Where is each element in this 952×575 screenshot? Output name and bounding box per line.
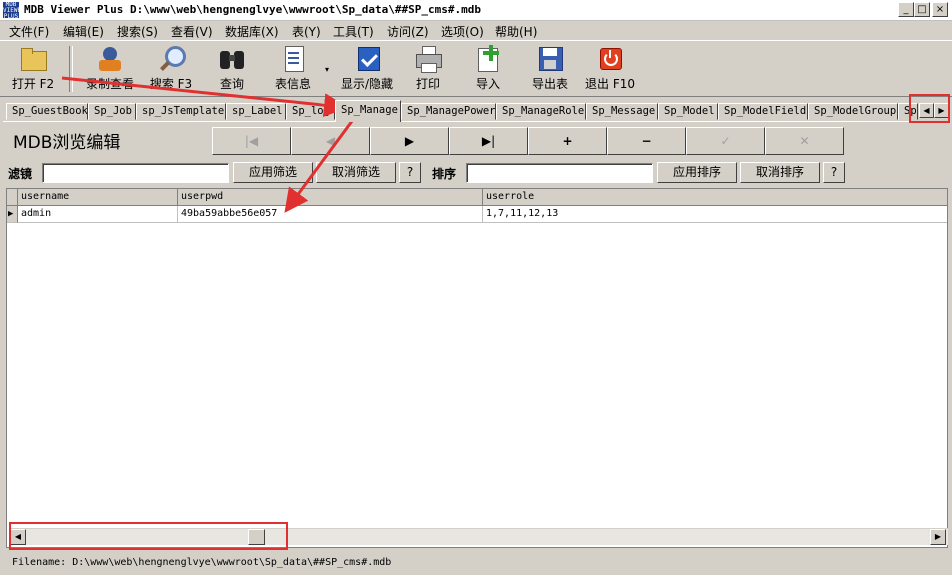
annotation-arrow-to-tab	[61, 76, 348, 118]
tab-sp-manage[interactable]: Sp_Manage	[335, 100, 401, 122]
annotation-arrow-to-cell	[284, 112, 360, 213]
annotation-arrows	[61, 76, 360, 213]
